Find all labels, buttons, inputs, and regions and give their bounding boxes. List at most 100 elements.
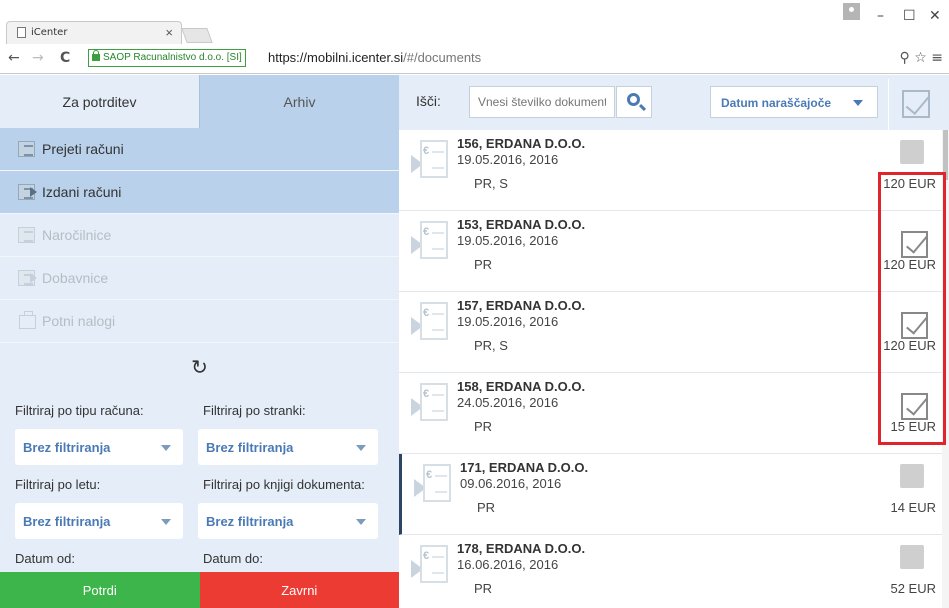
filter-party-label: Filtriraj po stranki: [203,403,306,418]
invoice-document-icon: € [411,140,453,182]
document-amount: 120 EUR [883,338,936,353]
tab-za-potrditev[interactable]: Za potrditev [0,75,199,128]
tab-arhiv[interactable]: Arhiv [199,75,399,128]
back-icon[interactable]: ← [8,50,20,66]
reload-icon[interactable]: C [60,50,70,66]
menu-item-label: Prejeti računi [42,141,124,157]
incoming-invoice-icon [18,140,38,158]
left-panel: Za potrditev Arhiv Prejeti računi Izdani… [0,75,399,608]
scrollbar[interactable] [942,130,949,608]
invoice-document-icon: € [411,302,453,344]
document-amount: 14 EUR [890,500,936,515]
checked-checkbox[interactable] [901,393,928,420]
checked-checkbox[interactable] [901,231,928,258]
unchecked-checkbox[interactable] [900,464,924,488]
browser-tab[interactable]: iCenter × [6,21,182,45]
document-list: €156, ERDANA D.O.O. 19.05.2016, 2016 PR, S… [399,130,942,608]
menu-item-potni-nalogi[interactable]: Potni nalogi [0,300,399,343]
bookmark-star-icon[interactable]: ☆ [914,50,927,66]
search-bar: Išči: Datum naraščajoče [399,75,949,130]
forward-icon[interactable]: → [32,50,44,66]
maximize-icon[interactable]: ☐ [903,8,916,24]
document-tags: PR, S [474,176,508,191]
document-title: 157, ERDANA D.O.O. [457,298,586,313]
filter-section: Filtriraj po tipu računa: Brez filtriran… [0,391,399,577]
filter-year-value: Brez filtriranja [23,513,111,529]
checked-checkbox[interactable] [901,312,928,339]
filter-book-label: Filtriraj po knjigi dokumenta: [203,477,365,492]
document-row[interactable]: €153, ERDANA D.O.O. 19.05.2016, 2016 PR 120… [399,211,942,292]
search-icon [627,93,640,106]
document-row[interactable]: €157, ERDANA D.O.O. 19.05.2016, 2016 PR, S… [399,292,942,373]
url-text[interactable]: https://mobilni.icenter.si/#/documents [268,50,481,65]
document-tags: PR [474,581,493,596]
lock-icon [92,50,100,61]
minimize-icon[interactable]: – [877,8,884,24]
invoice-document-icon: € [411,221,453,263]
delivery-note-icon [18,269,38,287]
document-amount: 120 EUR [883,176,936,191]
browser-titlebar: iCenter × – ☐ ✕ [0,0,949,45]
action-bar: Potrdi Zavrni [0,572,399,608]
filter-book-value: Brez filtriranja [206,513,294,529]
menu-item-dobavnice[interactable]: Dobavnice [0,257,399,300]
filter-book-select[interactable]: Brez filtriranja [198,503,378,539]
document-tags: PR [474,419,493,434]
document-date: 16.06.2016, 2016 [457,557,559,572]
tab-close-icon[interactable]: × [165,25,173,40]
filter-party-value: Brez filtriranja [206,439,294,455]
close-window-icon[interactable]: ✕ [929,8,941,24]
scrollbar-thumb[interactable] [943,130,948,180]
menu-item-narocilnice[interactable]: Naročilnice [0,214,399,257]
document-amount: 52 EUR [890,581,936,596]
filter-type-label: Filtriraj po tipu računa: [15,403,144,418]
profile-icon[interactable] [843,3,860,20]
search-button[interactable] [616,86,652,118]
document-row[interactable]: €156, ERDANA D.O.O. 19.05.2016, 2016 PR, S… [399,130,942,211]
briefcase-icon [18,311,38,330]
unchecked-checkbox[interactable] [900,140,924,164]
sort-select[interactable]: Datum naraščajoče [710,86,878,118]
search-label: Išči: [416,93,441,109]
address-bar[interactable]: SAOP Racunalnistvo d.o.o. [SI] https://m… [88,49,906,69]
chevron-down-icon [161,519,171,525]
filter-year-label: Filtriraj po letu: [15,477,101,492]
filter-type-value: Brez filtriranja [23,439,111,455]
document-date: 24.05.2016, 2016 [457,395,559,410]
menu-item-label: Izdani računi [42,184,122,200]
refresh-icon[interactable]: ↻ [0,343,399,391]
menu-item-prejeti-racuni[interactable]: Prejeti računi [0,128,399,171]
confirm-button[interactable]: Potrdi [0,572,200,608]
menu-item-izdani-racuni[interactable]: Izdani računi [0,171,399,214]
document-date: 19.05.2016, 2016 [457,314,559,329]
menu-icon[interactable]: ≡ [931,50,943,66]
document-row[interactable]: €171, ERDANA D.O.O. 09.06.2016, 2016 PR 14 … [399,454,942,535]
document-title: 178, ERDANA D.O.O. [457,541,586,556]
outgoing-invoice-icon [18,183,38,201]
document-tags: PR [477,500,496,515]
document-tags: PR, S [474,338,508,353]
filter-party-select[interactable]: Brez filtriranja [198,429,378,465]
document-panel: Išči: Datum naraščajoče €156, ERDANA D.O… [399,75,949,608]
select-all-checkbox[interactable] [888,79,949,130]
reject-button[interactable]: Zavrni [199,572,399,608]
document-amount: 15 EUR [890,419,936,434]
document-row[interactable]: €178, ERDANA D.O.O. 16.06.2016, 2016 PR 52 … [399,535,942,608]
document-title: 171, ERDANA D.O.O. [460,460,589,475]
unchecked-checkbox[interactable] [900,545,924,569]
new-tab-button[interactable] [181,28,213,43]
extension-icon[interactable]: ⚲ [900,50,910,66]
filter-type-select[interactable]: Brez filtriranja [15,429,183,465]
document-row[interactable]: €158, ERDANA D.O.O. 24.05.2016, 2016 PR 15 … [399,373,942,454]
order-icon [18,226,38,244]
search-input[interactable] [469,86,615,118]
menu-item-label: Potni nalogi [42,313,116,329]
chevron-down-icon [356,445,366,451]
document-title: 158, ERDANA D.O.O. [457,379,586,394]
url-path: /#/documents [403,50,482,65]
page-icon [17,27,26,38]
filter-year-select[interactable]: Brez filtriranja [15,503,183,539]
security-badge[interactable]: SAOP Racunalnistvo d.o.o. [SI] [88,49,246,67]
document-date: 19.05.2016, 2016 [457,152,559,167]
chevron-down-icon [356,519,366,525]
